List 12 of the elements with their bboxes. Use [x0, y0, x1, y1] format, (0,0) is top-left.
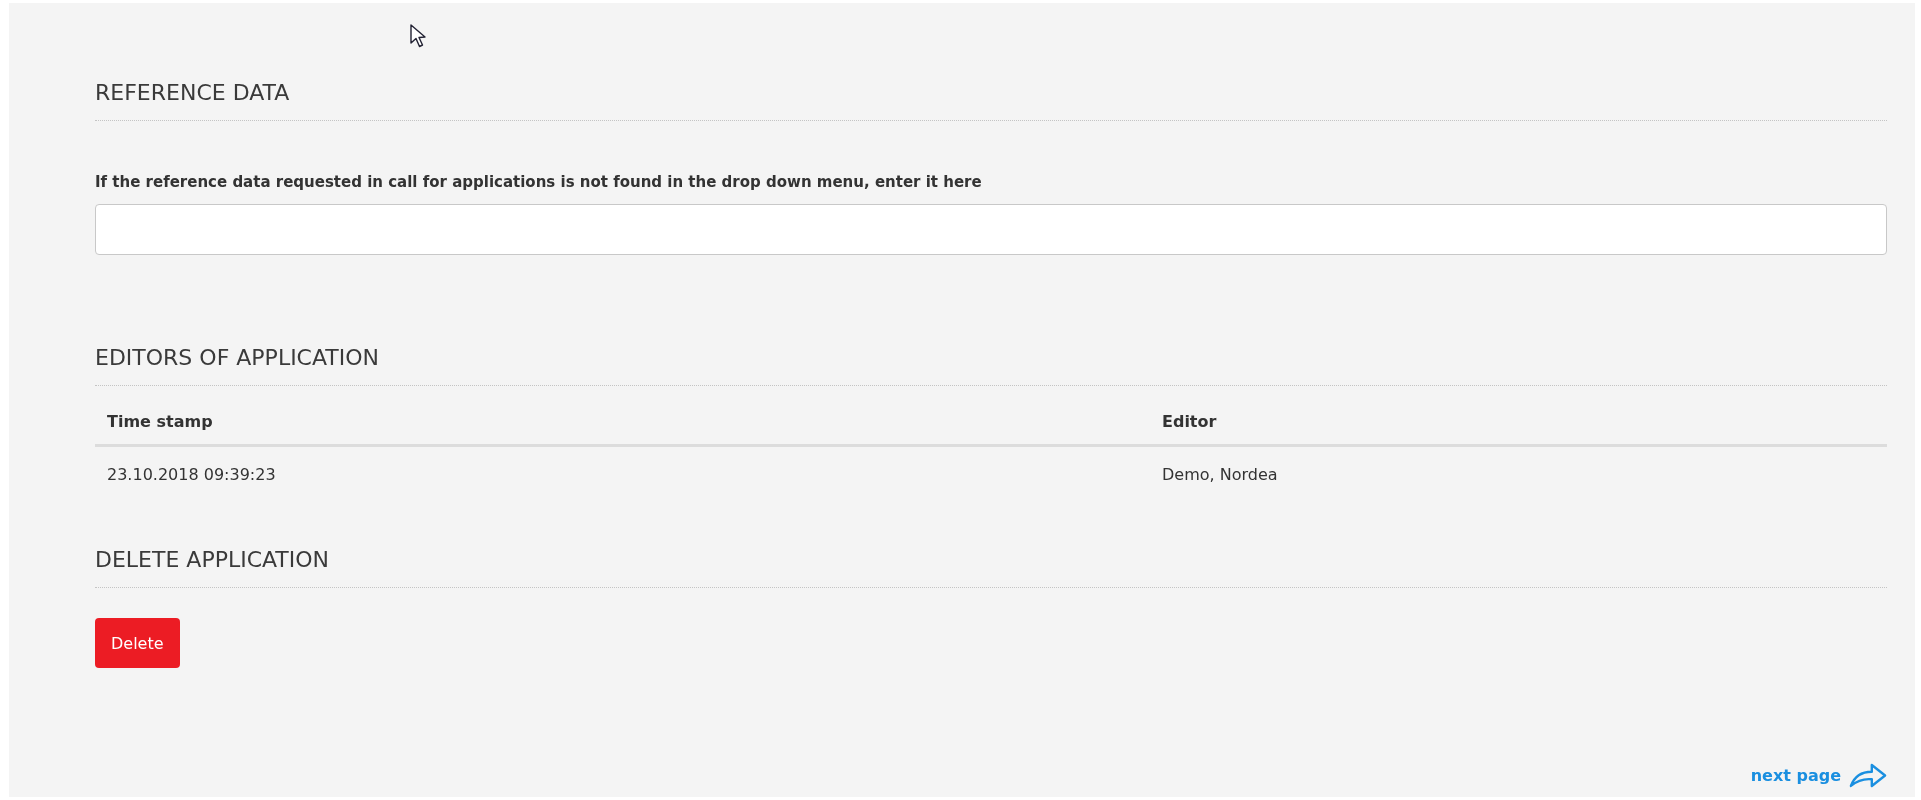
- table-cell-text: 23.10.2018 09:39:23: [106, 464, 277, 486]
- field-label: If the reference data requested in call for applications is not found in the drop down menu, enter it here: [95, 173, 983, 191]
- section-heading: DELETE APPLICATION: [95, 546, 331, 574]
- text-field[interactable]: [95, 204, 1887, 255]
- section-heading: REFERENCE DATA: [95, 79, 291, 107]
- column-header: Time stamp: [106, 411, 214, 433]
- column-header: Editor: [1161, 411, 1218, 433]
- table-cell-text: Demo, Nordea: [1161, 464, 1279, 486]
- next-page-link[interactable]: next page: [1750, 762, 1887, 789]
- delete-button[interactable]: Delete: [95, 618, 180, 668]
- section-heading: EDITORS OF APPLICATION: [95, 344, 381, 372]
- forward-arrow-icon: [1849, 762, 1887, 789]
